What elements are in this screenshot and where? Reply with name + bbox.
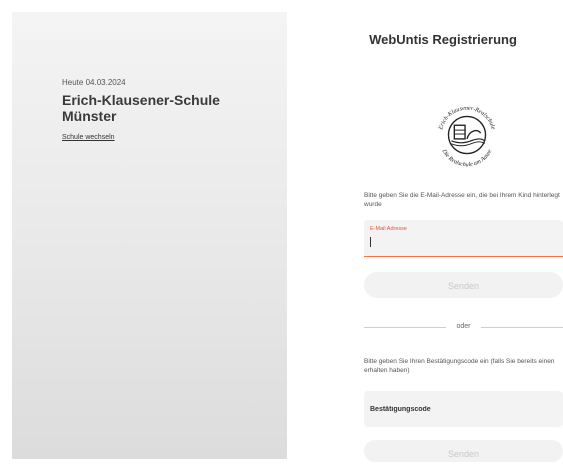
or-divider: oder [364, 322, 563, 332]
confirmation-code-field[interactable] [364, 391, 563, 427]
divider-line-right [481, 327, 563, 328]
logo-text-top: Erich-Klausener-Realschule [438, 106, 496, 132]
school-logo: Erich-Klausener-Realschule Die Realschul… [438, 106, 496, 169]
text-cursor [370, 237, 371, 247]
svg-text:Die Realschule am Aasee: Die Realschule am Aasee [440, 148, 494, 168]
school-name: Erich-Klausener-Schule Münster [62, 92, 220, 124]
page-title: WebUntis Registrierung [369, 32, 517, 47]
confirmation-code-input[interactable] [370, 403, 550, 415]
svg-text:Erich-Klausener-Realschule: Erich-Klausener-Realschule [438, 106, 496, 132]
registration-panel: WebUntis Registrierung Erich-Klausener-R… [300, 0, 563, 462]
code-instruction: Bitte geben Sie Ihren Bestätigungscode e… [364, 358, 555, 374]
email-field[interactable]: E-Mail Adresse [364, 220, 563, 257]
current-date: Heute 04.03.2024 [62, 78, 126, 87]
send-email-button[interactable]: Senden [364, 272, 563, 298]
email-input[interactable] [369, 236, 549, 250]
email-instruction: Bitte geben Sie die E-Mail-Adresse ein, … [364, 192, 560, 208]
change-school-link[interactable]: Schule wechseln [62, 134, 115, 141]
email-field-label: E-Mail Adresse [370, 226, 407, 232]
school-info-panel: Heute 04.03.2024 Erich-Klausener-Schule … [12, 12, 287, 459]
logo-text-bottom: Die Realschule am Aasee [440, 148, 494, 168]
